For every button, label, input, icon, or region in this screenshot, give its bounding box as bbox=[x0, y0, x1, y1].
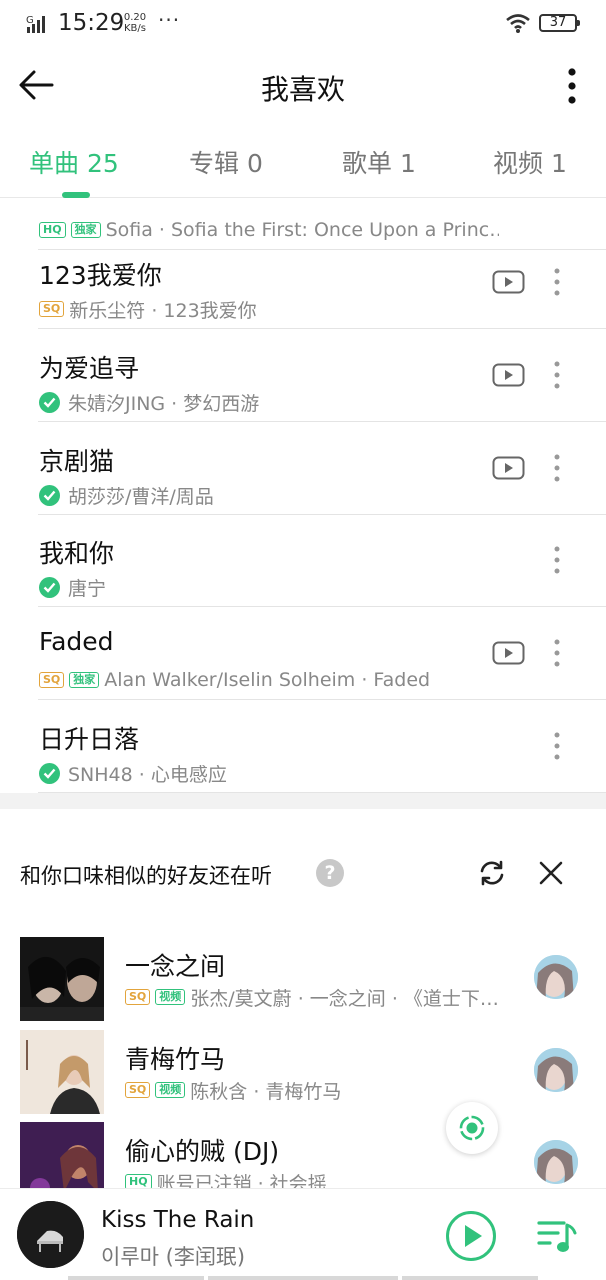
refresh-icon[interactable] bbox=[477, 858, 507, 888]
tab-albums[interactable]: 专辑 0 bbox=[189, 144, 263, 180]
sq-badge: SQ bbox=[125, 989, 151, 1005]
song-meta: SNH48 · 心电感应 bbox=[39, 761, 227, 785]
song-list: HQ 独家 Sofia · Sofia the First: Once Upon… bbox=[0, 198, 606, 793]
song-title: 京剧猫 bbox=[39, 447, 115, 476]
song-more-icon[interactable] bbox=[552, 638, 562, 668]
song-more-icon[interactable] bbox=[552, 731, 562, 761]
recommend-item[interactable]: 青梅竹马 SQ 视频 陈秋含 · 青梅竹马 bbox=[0, 1030, 606, 1122]
recommend-header: 和你口味相似的好友还在听 ? bbox=[0, 840, 606, 906]
nav-bar-segment bbox=[68, 1276, 204, 1280]
song-artist-album: SNH48 · 心电感应 bbox=[68, 763, 227, 786]
exclusive-badge: 独家 bbox=[69, 672, 100, 688]
section-divider bbox=[0, 793, 606, 809]
downloaded-check-icon bbox=[39, 391, 60, 413]
song-row[interactable]: 日升日落 SNH48 · 心电感应 bbox=[0, 700, 606, 793]
rec-song-meta: SQ 视频 陈秋含 · 青梅竹马 bbox=[125, 1078, 341, 1102]
recommend-item[interactable]: 一念之间 SQ 视频 张杰/莫文蔚 · 一念之间 · 《道士下… bbox=[0, 937, 606, 1029]
recommend-title: 和你口味相似的好友还在听 bbox=[20, 864, 272, 888]
target-icon bbox=[459, 1115, 485, 1141]
mini-player[interactable]: Kiss The Rain 이루마 (李闰珉) bbox=[0, 1188, 606, 1280]
song-artist-album: 新乐尘符 · 123我爱你 bbox=[69, 299, 257, 322]
downloaded-check-icon bbox=[39, 484, 60, 506]
now-playing-cover[interactable] bbox=[17, 1201, 84, 1268]
rec-song-meta: SQ 视频 张杰/莫文蔚 · 一念之间 · 《道士下… bbox=[125, 985, 499, 1009]
song-artist-album: 胡莎莎/曹洋/周品 bbox=[68, 485, 214, 508]
tab-bar: 单曲 25 专辑 0 歌单 1 视频 1 bbox=[0, 128, 606, 198]
nav-bar-segment bbox=[402, 1276, 538, 1280]
sq-badge: SQ bbox=[125, 1082, 151, 1098]
song-meta: 唐宁 bbox=[39, 575, 106, 599]
more-options-icon[interactable] bbox=[556, 66, 588, 106]
status-more: ··· bbox=[158, 8, 181, 32]
song-row[interactable]: 123我爱你 SQ 新乐尘符 · 123我爱你 bbox=[0, 236, 606, 329]
song-row[interactable]: 京剧猫 胡莎莎/曹洋/周品 bbox=[0, 422, 606, 515]
top-bar: 我喜欢 bbox=[0, 52, 606, 118]
rec-song-title: 青梅竹马 bbox=[125, 1045, 226, 1074]
album-cover bbox=[20, 1030, 104, 1114]
tab-videos[interactable]: 视频 1 bbox=[493, 144, 567, 180]
song-title: 我和你 bbox=[39, 539, 115, 568]
speed-value: 0.20 bbox=[123, 12, 147, 23]
album-cover bbox=[20, 937, 104, 1021]
mv-play-icon[interactable] bbox=[492, 641, 525, 665]
rec-artist-album: 张杰/莫文蔚 · 一念之间 · 《道士下… bbox=[190, 987, 499, 1010]
downloaded-check-icon bbox=[39, 576, 60, 598]
song-row[interactable]: 我和你 唐宁 bbox=[0, 514, 606, 607]
song-meta: SQ 新乐尘符 · 123我爱你 bbox=[39, 297, 257, 321]
battery-icon: 37 bbox=[539, 14, 580, 32]
video-badge: 视频 bbox=[155, 989, 186, 1005]
mv-play-icon[interactable] bbox=[492, 363, 525, 387]
help-icon[interactable]: ? bbox=[316, 859, 344, 887]
floating-recognize-button[interactable] bbox=[446, 1102, 498, 1154]
song-more-icon[interactable] bbox=[552, 267, 562, 297]
page-title: 我喜欢 bbox=[260, 73, 345, 106]
song-title: 为爱追寻 bbox=[39, 354, 140, 383]
friend-avatar[interactable] bbox=[534, 1140, 578, 1184]
song-title: 日升日落 bbox=[39, 725, 140, 754]
song-meta: 胡莎莎/曹洋/周品 bbox=[39, 483, 214, 507]
status-time: 15:29 bbox=[58, 10, 125, 36]
song-more-icon[interactable] bbox=[552, 360, 562, 390]
song-more-icon[interactable] bbox=[552, 545, 562, 575]
song-meta: 朱婧汐JING · 梦幻西游 bbox=[39, 390, 259, 414]
mv-play-icon[interactable] bbox=[492, 270, 525, 294]
song-row[interactable]: Faded SQ 独家 Alan Walker/Iselin Solheim ·… bbox=[0, 607, 606, 700]
play-icon[interactable] bbox=[445, 1210, 497, 1262]
song-more-icon[interactable] bbox=[552, 453, 562, 483]
rec-artist-album: 陈秋含 · 青梅竹马 bbox=[190, 1080, 342, 1103]
mv-play-icon[interactable] bbox=[492, 456, 525, 480]
rec-song-title: 一念之间 bbox=[125, 952, 226, 981]
speed-unit: KB/s bbox=[124, 23, 146, 34]
now-playing-title: Kiss The Rain bbox=[101, 1207, 255, 1233]
tab-playlists[interactable]: 歌单 1 bbox=[342, 144, 416, 180]
status-bar: G 15:29 0.20 KB/s ··· 37 bbox=[0, 0, 606, 50]
network-speed: 0.20 KB/s bbox=[122, 12, 148, 34]
close-icon[interactable] bbox=[538, 860, 564, 886]
video-badge: 视频 bbox=[155, 1082, 186, 1098]
downloaded-check-icon bbox=[39, 762, 60, 784]
tab-songs[interactable]: 单曲 25 bbox=[29, 144, 119, 180]
playlist-icon[interactable] bbox=[536, 1217, 578, 1255]
song-meta: SQ 独家 Alan Walker/Iselin Solheim · Faded bbox=[39, 668, 430, 692]
song-artist-album: Alan Walker/Iselin Solheim · Faded bbox=[104, 669, 431, 691]
signal-icon: G bbox=[26, 15, 45, 33]
rec-song-title: 偷心的贼 (DJ) bbox=[125, 1137, 280, 1166]
wifi-icon bbox=[506, 14, 530, 33]
song-title: 123我爱你 bbox=[39, 261, 162, 290]
friend-avatar[interactable] bbox=[534, 955, 578, 999]
now-playing-artist: 이루마 (李闰珉) bbox=[101, 1245, 246, 1269]
song-artist-album: 唐宁 bbox=[68, 577, 107, 600]
nav-bar-segment bbox=[208, 1276, 398, 1280]
song-row[interactable]: 为爱追寻 朱婧汐JING · 梦幻西游 bbox=[0, 329, 606, 422]
sq-badge: SQ bbox=[39, 672, 65, 688]
song-artist-album: 朱婧汐JING · 梦幻西游 bbox=[68, 392, 260, 415]
friend-avatar[interactable] bbox=[534, 1048, 578, 1092]
song-title: Faded bbox=[39, 627, 114, 656]
sq-badge: SQ bbox=[39, 301, 65, 317]
